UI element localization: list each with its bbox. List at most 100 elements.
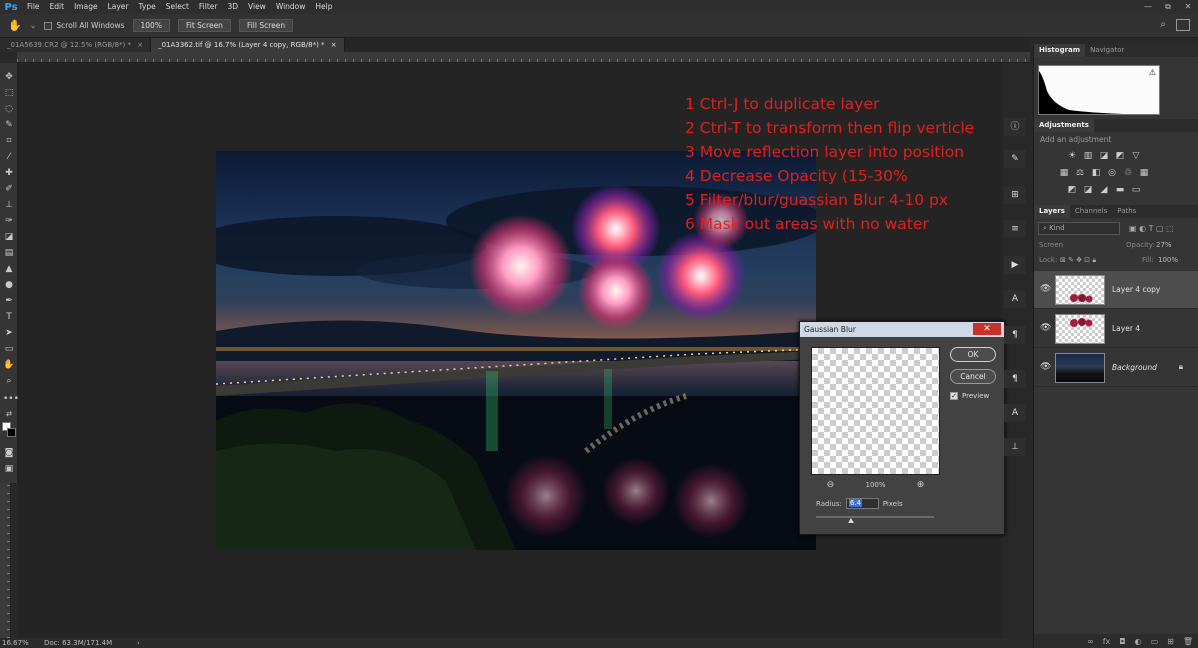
- menu-filter[interactable]: Filter: [194, 0, 223, 14]
- healing-brush-tool-icon[interactable]: ✚: [3, 167, 15, 179]
- dialog-preview-area[interactable]: [811, 347, 940, 475]
- menu-view[interactable]: View: [243, 0, 271, 14]
- layer-thumbnail[interactable]: [1055, 275, 1105, 305]
- crop-tool-icon[interactable]: ⌗: [3, 135, 15, 147]
- eraser-tool-icon[interactable]: ◪: [3, 231, 15, 243]
- radius-slider-thumb[interactable]: [848, 518, 855, 523]
- warning-icon[interactable]: ⚠: [1149, 68, 1156, 77]
- exposure-icon[interactable]: ◩: [1114, 151, 1126, 161]
- marquee-tool-icon[interactable]: ⬚: [3, 87, 15, 99]
- curves-icon[interactable]: ◪: [1098, 151, 1110, 161]
- adjustment-layer-icon[interactable]: ◐: [1135, 637, 1142, 646]
- hue-saturation-icon[interactable]: ▦: [1058, 168, 1070, 178]
- levels-icon[interactable]: ▥: [1082, 151, 1094, 161]
- scroll-all-windows-checkbox[interactable]: Scroll All Windows: [44, 21, 125, 30]
- blend-mode-select[interactable]: Screen: [1039, 241, 1063, 249]
- restore-button[interactable]: ⧉: [1158, 0, 1178, 14]
- hand-tool-icon[interactable]: ✋: [8, 19, 22, 32]
- threshold-icon[interactable]: ◢: [1098, 185, 1110, 195]
- tool-presets-icon[interactable]: ⊥: [1004, 438, 1026, 456]
- add-mask-icon[interactable]: ◘: [1119, 637, 1125, 646]
- shape-tool-icon[interactable]: ▭: [3, 343, 15, 355]
- invert-icon[interactable]: ◩: [1066, 185, 1078, 195]
- tab-paths[interactable]: Paths: [1112, 205, 1141, 218]
- screen-mode-icon[interactable]: ▣: [3, 463, 15, 475]
- fill-value[interactable]: 100%: [1158, 256, 1178, 264]
- layer-thumbnail[interactable]: [1055, 353, 1105, 383]
- layer-name[interactable]: Layer 4 copy: [1112, 285, 1160, 294]
- brush-presets-icon[interactable]: ✎: [1004, 150, 1026, 168]
- layer-name[interactable]: Background: [1112, 363, 1157, 372]
- tab-adjustments[interactable]: Adjustments: [1034, 119, 1094, 132]
- color-balance-icon[interactable]: ⚖: [1074, 168, 1086, 178]
- paragraph-icon[interactable]: ¶: [1004, 326, 1026, 344]
- zoom-out-icon[interactable]: ⊖: [827, 480, 835, 490]
- layer-kind-filter[interactable]: ⌕ Kind: [1038, 222, 1120, 235]
- delete-layer-icon[interactable]: 🗑︎: [1183, 637, 1193, 646]
- clone-source-icon[interactable]: ⊞: [1004, 186, 1026, 204]
- lock-icons[interactable]: ⊠ ✎ ✥ ⊡ 🔒︎: [1060, 256, 1096, 265]
- clone-stamp-tool-icon[interactable]: ⊥: [3, 199, 15, 211]
- tool-preset-chevron-icon[interactable]: ⌄: [30, 21, 37, 30]
- visibility-eye-icon[interactable]: 👁︎: [1040, 284, 1051, 294]
- tab-document-cr2[interactable]: _01A5639.CR2 @ 12.5% (RGB/8*) * ×: [0, 38, 152, 52]
- vibrance-icon[interactable]: ▽: [1130, 151, 1142, 161]
- character-icon[interactable]: A: [1004, 290, 1026, 308]
- cancel-button[interactable]: Cancel: [950, 369, 996, 384]
- paragraph-styles-icon[interactable]: ¶: [1004, 370, 1026, 388]
- actions-play-icon[interactable]: ▶: [1004, 256, 1026, 274]
- menu-type[interactable]: Type: [134, 0, 161, 14]
- zoom-100-button[interactable]: 100%: [132, 19, 170, 32]
- layer-name[interactable]: Layer 4: [1112, 324, 1140, 333]
- doc-size-info[interactable]: Doc: 63.3M/171.4M: [44, 638, 112, 648]
- search-icon[interactable]: ⌕: [1160, 19, 1166, 30]
- brush-tool-icon[interactable]: ✐: [3, 183, 15, 195]
- menu-help[interactable]: Help: [310, 0, 337, 14]
- quick-select-tool-icon[interactable]: ✎: [3, 119, 15, 131]
- tab-document-tif[interactable]: _01A3362.tif @ 16.7% (Layer 4 copy, RGB/…: [151, 38, 345, 52]
- background-color-swatch[interactable]: [7, 428, 16, 437]
- properties-icon[interactable]: ≡: [1004, 220, 1026, 238]
- lasso-tool-icon[interactable]: ◌: [3, 103, 15, 115]
- quick-mask-icon[interactable]: ◙: [3, 447, 15, 459]
- channel-mixer-icon[interactable]: ♲: [1122, 168, 1134, 178]
- layer-style-icon[interactable]: fx: [1103, 637, 1111, 646]
- tab-channels[interactable]: Channels: [1070, 205, 1112, 218]
- layer-thumbnail[interactable]: [1055, 314, 1105, 344]
- close-window-button[interactable]: ✕: [1178, 0, 1198, 14]
- blur-tool-icon[interactable]: ▲: [3, 263, 15, 275]
- dialog-titlebar[interactable]: Gaussian Blur ✕: [800, 322, 1004, 337]
- menu-layer[interactable]: Layer: [103, 0, 134, 14]
- photo-filter-icon[interactable]: ◎: [1106, 168, 1118, 178]
- tab-close-icon[interactable]: ×: [331, 41, 337, 49]
- dodge-tool-icon[interactable]: ●: [3, 279, 15, 291]
- black-white-icon[interactable]: ◧: [1090, 168, 1102, 178]
- layer-row-background[interactable]: 👁︎ Background 🔒︎: [1034, 349, 1198, 387]
- menu-select[interactable]: Select: [161, 0, 194, 14]
- link-layers-icon[interactable]: ∞: [1087, 637, 1094, 646]
- zoom-in-icon[interactable]: ⊕: [917, 480, 925, 490]
- fill-screen-button[interactable]: Fill Screen: [238, 19, 294, 32]
- tab-close-icon[interactable]: ×: [137, 41, 143, 49]
- zoom-level[interactable]: 16.67%: [2, 638, 29, 648]
- workspace-icon[interactable]: [1176, 19, 1190, 31]
- history-brush-tool-icon[interactable]: ✑: [3, 215, 15, 227]
- type-tool-icon[interactable]: T: [3, 311, 15, 323]
- visibility-eye-icon[interactable]: 👁︎: [1040, 323, 1051, 333]
- gradient-tool-icon[interactable]: ▤: [3, 247, 15, 259]
- fit-screen-button[interactable]: Fit Screen: [177, 19, 231, 32]
- radius-slider-track[interactable]: [816, 516, 934, 518]
- ok-button[interactable]: OK: [950, 347, 996, 362]
- horizontal-ruler[interactable]: [17, 52, 1030, 63]
- menu-image[interactable]: Image: [69, 0, 103, 14]
- menu-3d[interactable]: 3D: [222, 0, 243, 14]
- color-lookup-icon[interactable]: ▦: [1138, 168, 1150, 178]
- tab-histogram[interactable]: Histogram: [1034, 44, 1086, 57]
- path-selection-tool-icon[interactable]: ➤: [3, 327, 15, 339]
- tab-navigator[interactable]: Navigator: [1085, 44, 1129, 57]
- new-group-icon[interactable]: ▭: [1151, 637, 1159, 646]
- zoom-tool-icon[interactable]: ⌕: [3, 375, 15, 387]
- brightness-icon[interactable]: ☀: [1066, 151, 1078, 161]
- filter-type-icons[interactable]: ▣ ◐ T ▢ ⬚: [1129, 224, 1174, 233]
- tab-layers[interactable]: Layers: [1034, 205, 1070, 218]
